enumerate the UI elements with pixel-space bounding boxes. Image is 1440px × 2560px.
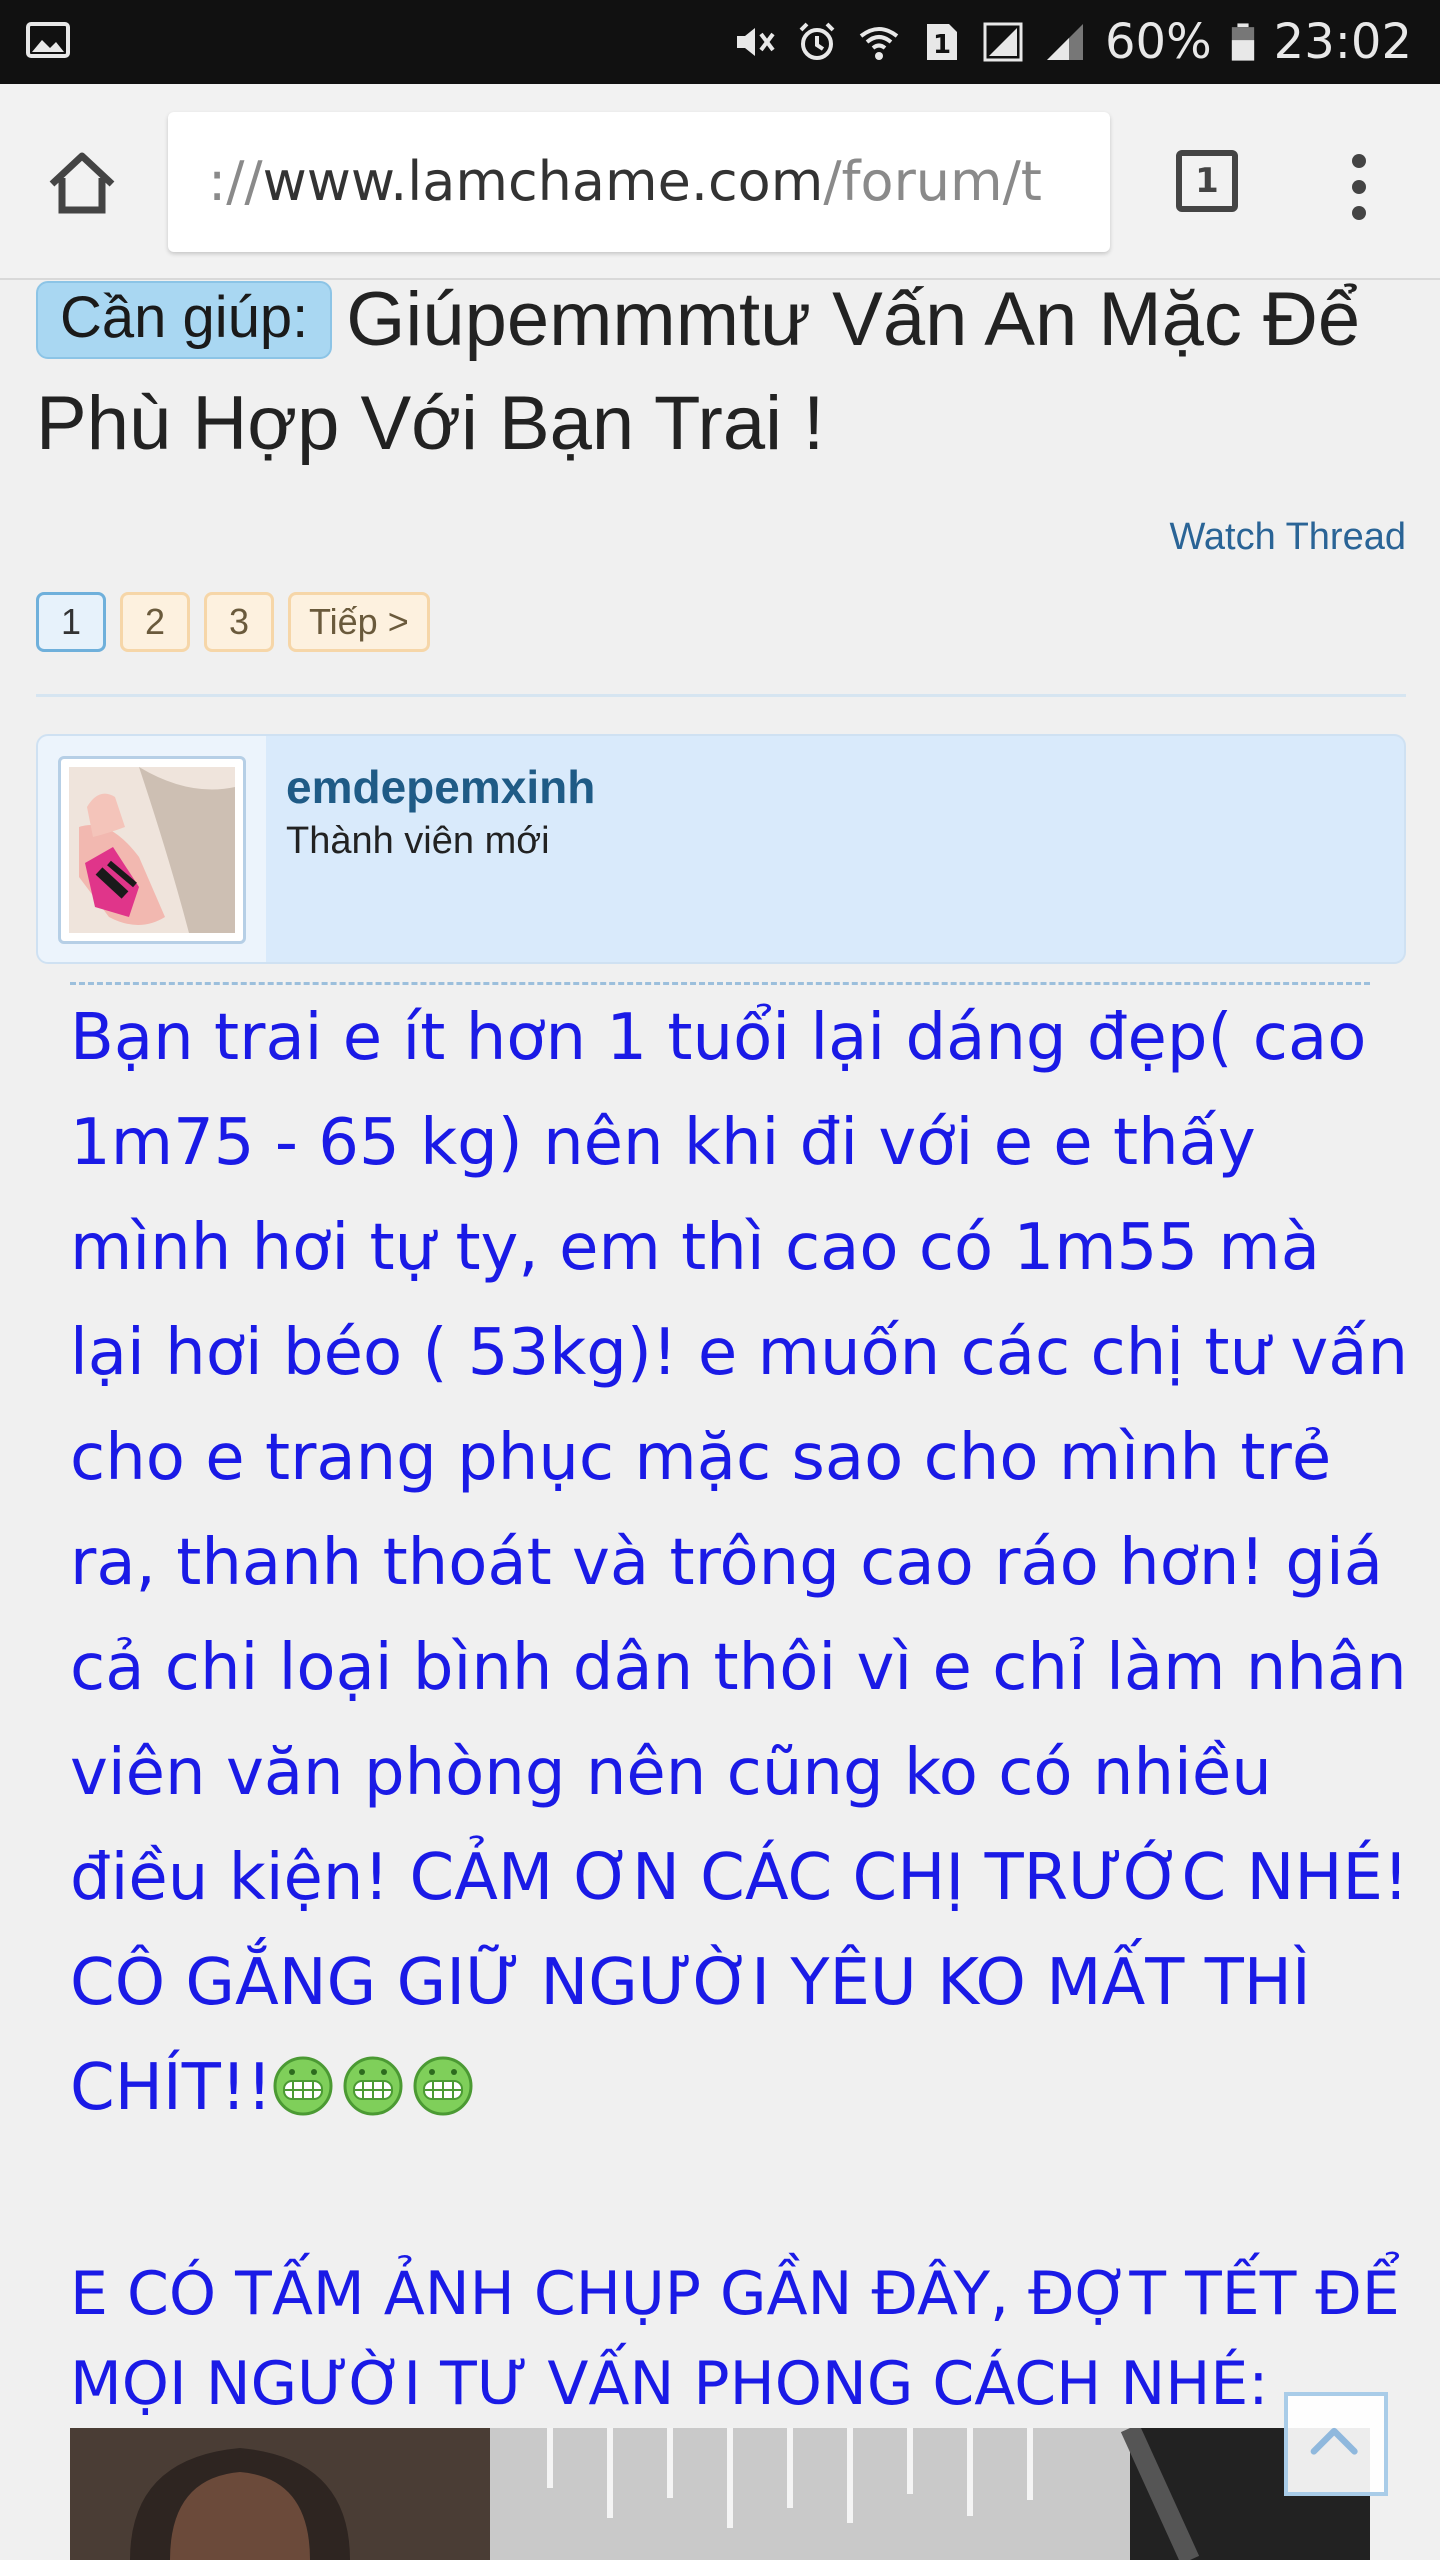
post-message: Bạn trai e ít hơn 1 tuổi lại dáng đẹp( c…	[70, 986, 1410, 2141]
next-page-link[interactable]: Tiếp >	[288, 592, 430, 652]
battery-percent: 60%	[1104, 14, 1212, 70]
url-scheme: ://	[208, 150, 263, 213]
divider	[36, 694, 1406, 697]
mute-icon	[736, 28, 775, 56]
url-host: www.lamchame.com	[262, 150, 824, 213]
thread-title: Cần giúp: Giúpemmmtư Vấn An Mặc Để Phù Hợ…	[36, 268, 1416, 476]
post-message-text: Bạn trai e ít hơn 1 tuổi lại dáng đẹp( c…	[70, 1001, 1409, 2125]
thread-prefix-badge[interactable]: Cần giúp:	[36, 281, 333, 359]
page-link-1[interactable]: 1	[36, 592, 106, 652]
overflow-menu-icon[interactable]	[1342, 154, 1376, 224]
page-link-2[interactable]: 2	[120, 592, 190, 652]
avatar-image	[69, 767, 235, 933]
status-bar: 1 60% 23:02	[0, 0, 1440, 84]
image-icon	[26, 22, 70, 58]
page-navigation: 1 2 3 Tiếp >	[36, 592, 430, 652]
tab-switcher-button[interactable]: 1	[1176, 150, 1238, 212]
photo-image	[70, 2428, 1370, 2560]
home-icon[interactable]	[46, 150, 118, 216]
grin-emoji-icon	[343, 2056, 403, 2116]
post-author-box: emdepemxinh Thành viên mới	[36, 734, 1406, 964]
wifi-icon	[859, 27, 899, 60]
post-separator	[70, 982, 1370, 985]
sim-icon: 1	[926, 24, 957, 60]
url-bar[interactable]: ://www.lamchame.com/forum/t	[168, 112, 1110, 252]
svg-text:1: 1	[933, 30, 951, 60]
avatar[interactable]	[58, 756, 246, 944]
grin-emoji-icon	[273, 2056, 333, 2116]
signal-icon	[983, 22, 1023, 62]
grin-emoji-icon	[413, 2056, 473, 2116]
alarm-icon	[799, 22, 835, 60]
avatar-column	[38, 736, 266, 962]
chevron-up-icon	[1310, 2427, 1358, 2455]
username-link[interactable]: emdepemxinh	[286, 760, 595, 814]
clock: 23:02	[1273, 14, 1412, 70]
battery-icon	[1231, 23, 1254, 61]
watch-thread-link[interactable]: Watch Thread	[1169, 516, 1406, 559]
user-title: Thành viên mới	[286, 820, 550, 862]
page-link-3[interactable]: 3	[204, 592, 274, 652]
browser-toolbar: ://www.lamchame.com/forum/t 1	[0, 84, 1440, 280]
url-path: /forum/t	[823, 150, 1042, 213]
signal-bars-icon	[1046, 24, 1083, 60]
scroll-to-top-button[interactable]	[1284, 2392, 1388, 2496]
post-photo[interactable]	[70, 2428, 1370, 2560]
post-message-photo-intro: E CÓ TẤM ẢNH CHỤP GẦN ĐÂY, ĐỢT TẾT ĐỂ MỌ…	[70, 2259, 1400, 2419]
